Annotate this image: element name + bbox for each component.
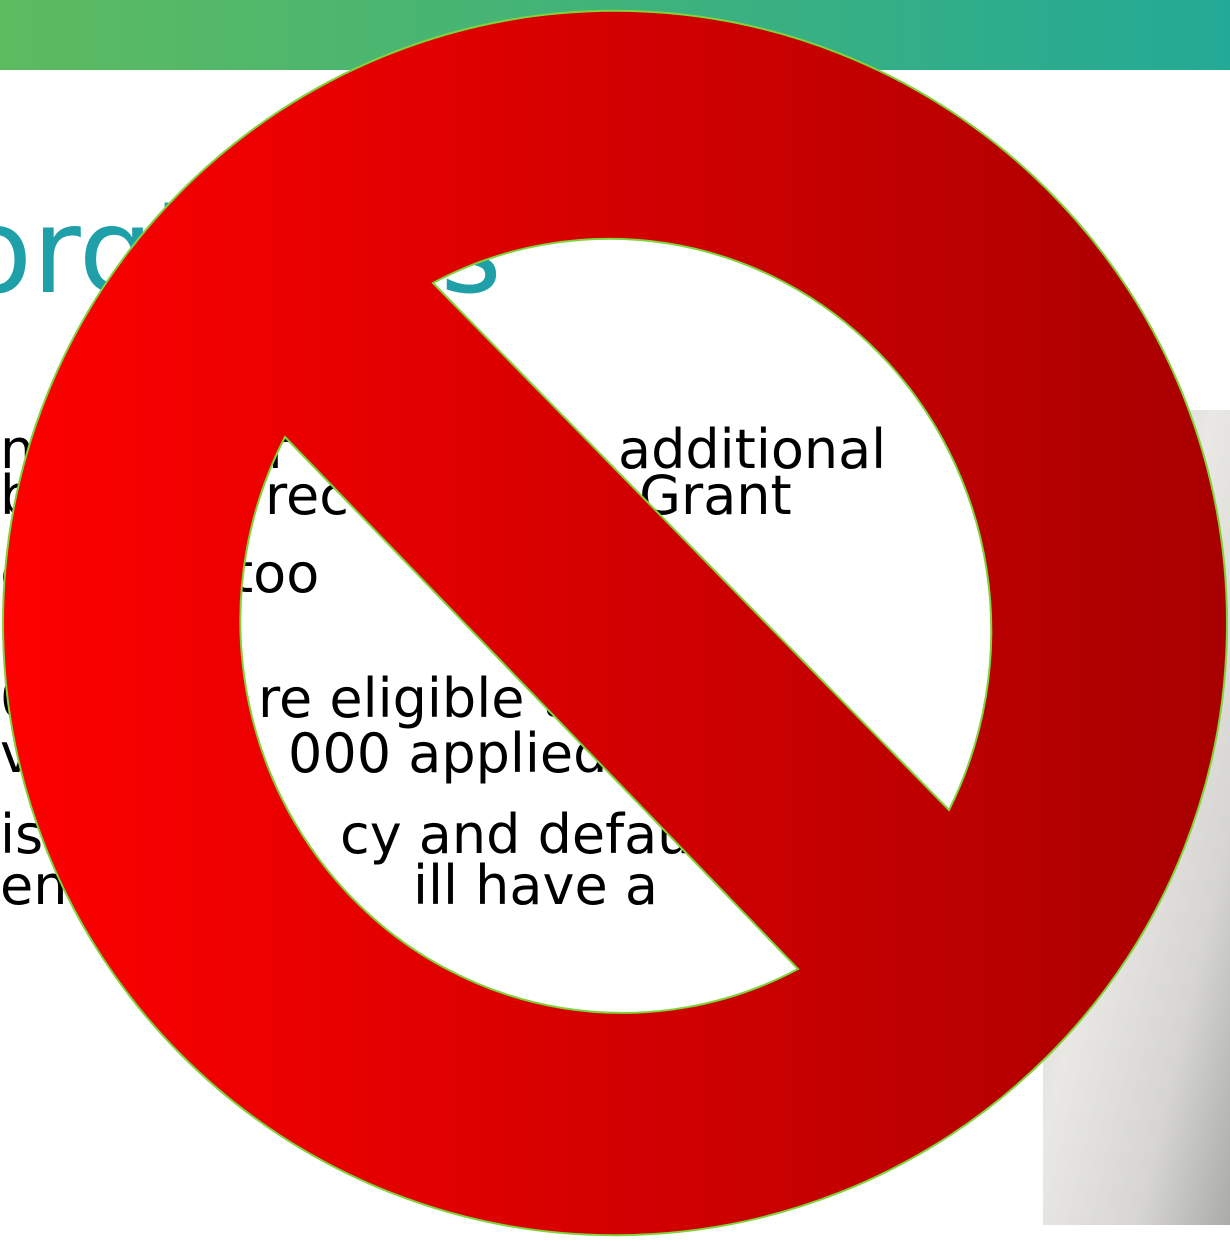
- prohibition-icon: [1, 10, 1229, 1236]
- slide-canvas: orgiess n r additional b rec ll Grant e …: [0, 0, 1230, 1247]
